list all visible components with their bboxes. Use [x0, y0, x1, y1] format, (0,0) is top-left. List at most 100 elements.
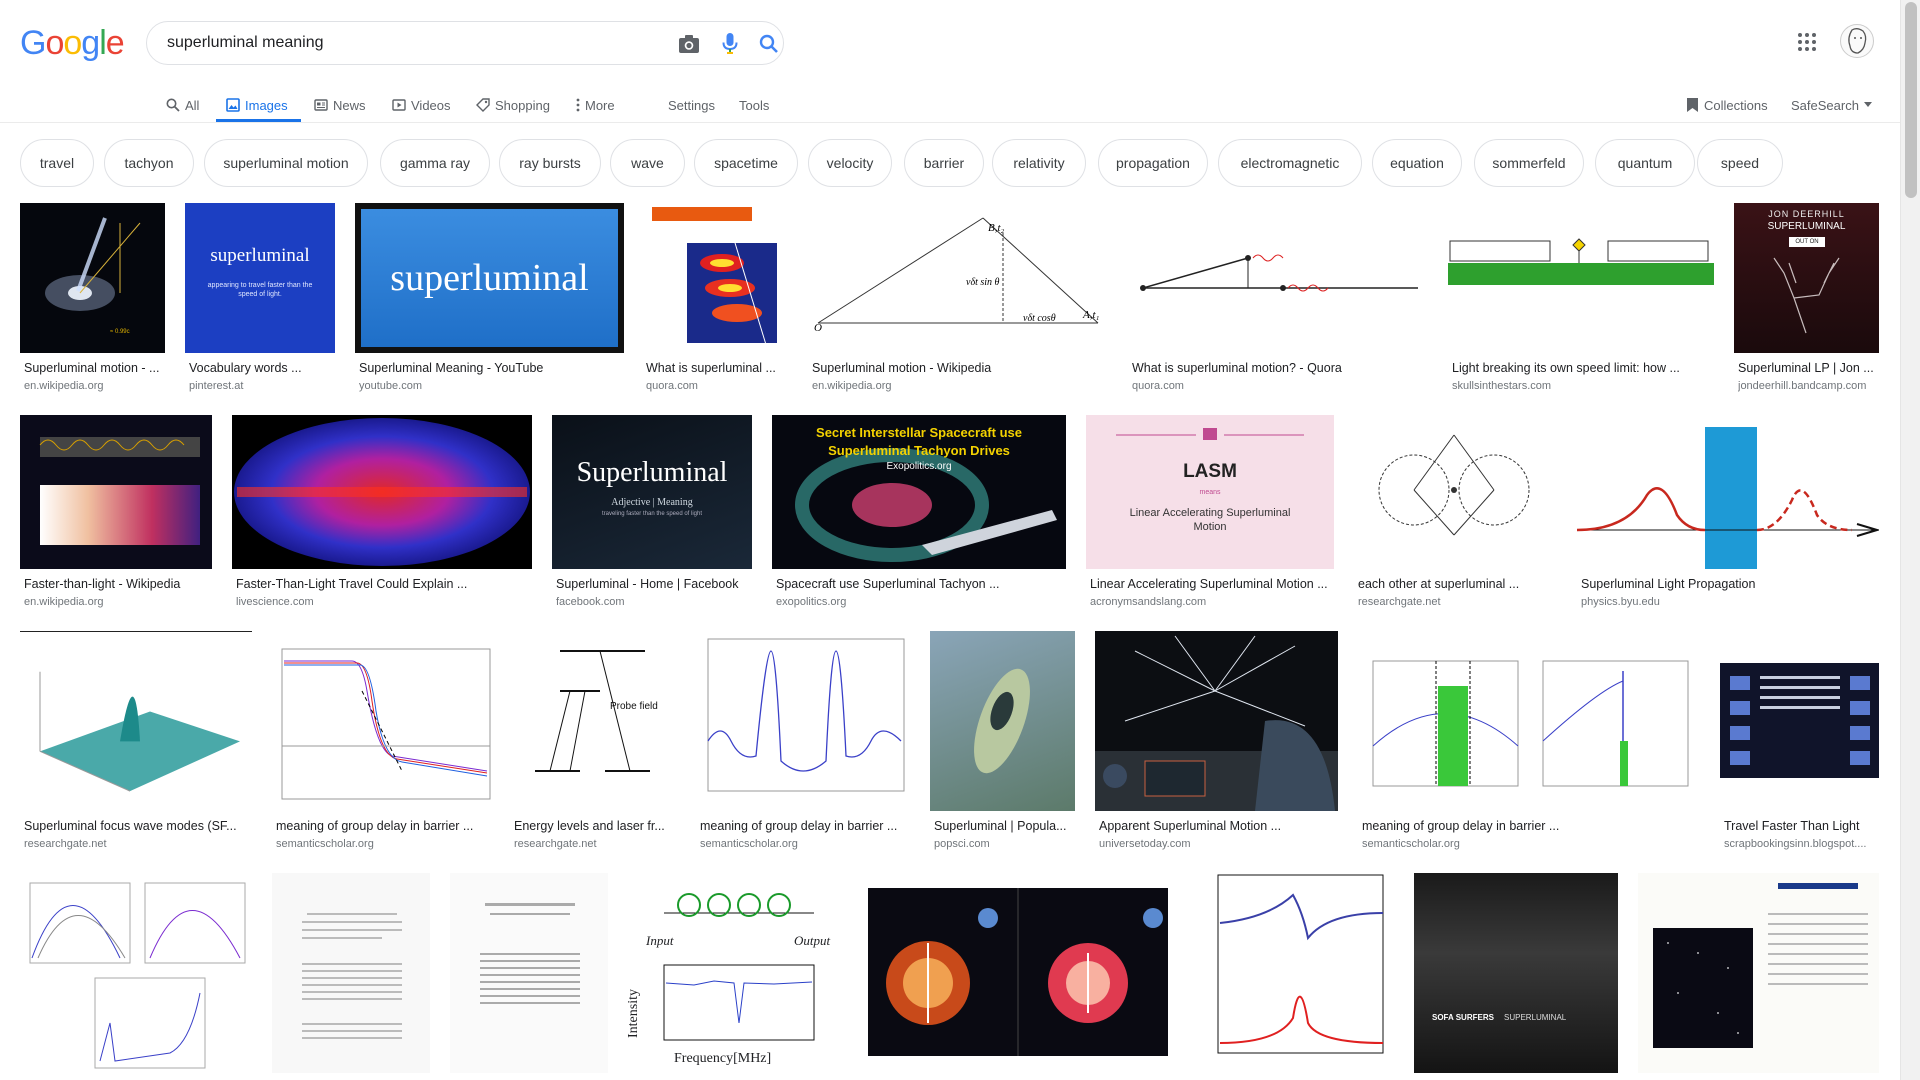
image-result[interactable]	[272, 873, 430, 1073]
svg-text:B,t₂: B,t₂	[988, 222, 1005, 234]
result-title[interactable]: meaning of group delay in barrier ...	[1362, 819, 1700, 833]
page-scrollbar[interactable]	[1900, 0, 1920, 1080]
chip[interactable]: superluminal motion	[204, 139, 368, 187]
result-title[interactable]: Superluminal Light Propagation	[1581, 577, 1879, 591]
scrollbar-thumb[interactable]	[1905, 2, 1917, 198]
chip[interactable]: gamma ray	[380, 139, 490, 187]
image-result[interactable]: LASM means Linear Accelerating Superlumi…	[1086, 415, 1334, 610]
result-title[interactable]: Energy levels and laser fr...	[514, 819, 676, 833]
image-result[interactable]: Input Output Intensity Frequency[MHz]	[624, 873, 848, 1073]
result-title[interactable]: Faster-than-light - Wikipedia	[24, 577, 212, 591]
chip[interactable]: barrier	[904, 139, 984, 187]
google-logo[interactable]: Google	[20, 24, 125, 63]
chip[interactable]: velocity	[808, 139, 892, 187]
image-result[interactable]: Superluminal focus wave modes (SF... res…	[20, 631, 252, 856]
image-result[interactable]	[868, 873, 1168, 1073]
tab-more[interactable]: More	[576, 90, 615, 120]
thumb-word: LASM	[1183, 461, 1237, 482]
result-title[interactable]: What is superluminal ...	[646, 361, 787, 375]
result-title[interactable]: Travel Faster Than Light	[1724, 819, 1879, 833]
result-thumbnail	[930, 631, 1075, 811]
image-result[interactable]: Superluminal | Popula... popsci.com	[930, 631, 1075, 856]
tab-all[interactable]: All	[166, 90, 199, 120]
result-title[interactable]: Vocabulary words ...	[189, 361, 335, 375]
result-title[interactable]: What is superluminal motion? - Quora	[1132, 361, 1428, 375]
image-result[interactable]: Probe field Energy levels and laser fr..…	[510, 631, 676, 856]
result-title[interactable]: Superluminal | Popula...	[934, 819, 1075, 833]
mic-icon[interactable]	[718, 32, 742, 56]
result-domain: exopolitics.org	[776, 596, 847, 608]
result-domain: quora.com	[1132, 380, 1184, 392]
image-result[interactable]: Superluminal Adjective | Meaning traveli…	[552, 415, 752, 610]
chip[interactable]: sommerfeld	[1474, 139, 1584, 187]
image-result[interactable]: SOFA SURFERS SUPERLUMINAL	[1414, 873, 1618, 1073]
image-result[interactable]	[1638, 873, 1879, 1073]
tab-images[interactable]: Images	[226, 90, 288, 120]
image-result[interactable]	[20, 873, 258, 1073]
account-avatar[interactable]	[1840, 24, 1874, 58]
chip[interactable]: wave	[610, 139, 685, 187]
search-icon[interactable]	[757, 32, 781, 56]
image-result[interactable]: Apparent Superluminal Motion ... univers…	[1095, 631, 1338, 856]
result-title[interactable]: Superluminal motion - Wikipedia	[812, 361, 1108, 375]
chip[interactable]: relativity	[992, 139, 1086, 187]
tab-news[interactable]: News	[314, 90, 366, 120]
result-title[interactable]: Superluminal LP | Jon ...	[1738, 361, 1879, 375]
result-title[interactable]: Spacecraft use Superluminal Tachyon ...	[776, 577, 1066, 591]
chip[interactable]: equation	[1372, 139, 1462, 187]
result-title[interactable]: Superluminal motion - ...	[24, 361, 165, 375]
image-result[interactable]: superluminal Superluminal Meaning - YouT…	[355, 203, 624, 393]
tab-shopping[interactable]: Shopping	[476, 90, 550, 120]
image-result[interactable]: Secret Interstellar Spacecraft use Super…	[772, 415, 1066, 610]
image-result[interactable]: ≈ 0.99c Superluminal motion - ... en.wik…	[20, 203, 165, 393]
image-result[interactable]: meaning of group delay in barrier ... se…	[696, 631, 910, 856]
image-result[interactable]: Faster-than-light - Wikipedia en.wikiped…	[20, 415, 212, 610]
chip[interactable]: travel	[20, 139, 94, 187]
image-result[interactable]: Travel Faster Than Light scrapbookingsin…	[1720, 631, 1879, 856]
search-input[interactable]	[167, 31, 647, 55]
settings-link[interactable]: Settings	[668, 90, 715, 120]
image-result[interactable]: What is superluminal ... quora.com	[642, 203, 787, 393]
chip[interactable]: quantum	[1595, 139, 1695, 187]
image-result[interactable]	[1188, 873, 1388, 1073]
safesearch-dropdown[interactable]: SafeSearch	[1791, 90, 1872, 120]
result-title[interactable]: meaning of group delay in barrier ...	[276, 819, 496, 833]
image-result[interactable]: superluminal appearing to travel faster …	[185, 203, 335, 393]
tab-videos[interactable]: Videos	[392, 90, 451, 120]
tools-link[interactable]: Tools	[739, 90, 769, 120]
image-result[interactable]: Superluminal Light Propagation physics.b…	[1577, 415, 1879, 610]
image-result[interactable]	[450, 873, 608, 1073]
chip[interactable]: spacetime	[694, 139, 798, 187]
result-title[interactable]: Light breaking its own speed limit: how …	[1452, 361, 1714, 375]
camera-icon[interactable]	[677, 32, 701, 56]
result-title[interactable]: each other at superluminal ...	[1358, 577, 1557, 591]
thumb-subtext: traveling faster than the speed of light	[601, 511, 703, 517]
result-title[interactable]: Apparent Superluminal Motion ...	[1099, 819, 1338, 833]
result-title[interactable]: meaning of group delay in barrier ...	[700, 819, 910, 833]
image-result[interactable]: B,t₂ A,t₁ Ovδt sin θ vδt cosθ Superluminal …	[808, 203, 1108, 393]
image-result[interactable]: each other at superluminal ... researchg…	[1354, 415, 1557, 610]
result-title[interactable]: Superluminal - Home | Facebook	[556, 577, 752, 591]
image-result[interactable]: What is superluminal motion? - Quora quo…	[1128, 203, 1428, 393]
result-thumbnail	[1577, 415, 1879, 569]
result-title[interactable]: Superluminal Meaning - YouTube	[359, 361, 624, 375]
result-thumbnail	[20, 873, 258, 1073]
result-thumbnail	[1720, 631, 1879, 811]
collections-link[interactable]: Collections	[1686, 90, 1768, 120]
result-title[interactable]: Linear Accelerating Superluminal Motion …	[1090, 577, 1334, 591]
search-box[interactable]	[146, 21, 784, 65]
image-result[interactable]: meaning of group delay in barrier ... se…	[272, 631, 496, 856]
image-result[interactable]: JON DEERHILL SUPERLUMINAL OUT ON Superlu…	[1734, 203, 1879, 393]
apps-grid-icon[interactable]	[1795, 30, 1819, 54]
chip[interactable]: tachyon	[104, 139, 194, 187]
chip[interactable]: electromagnetic	[1218, 139, 1362, 187]
chip[interactable]: speed	[1697, 139, 1783, 187]
result-title[interactable]: Faster-Than-Light Travel Could Explain .…	[236, 577, 532, 591]
chip[interactable]: propagation	[1098, 139, 1208, 187]
image-result[interactable]: Faster-Than-Light Travel Could Explain .…	[232, 415, 532, 610]
chip[interactable]: ray bursts	[499, 139, 601, 187]
image-result[interactable]: meaning of group delay in barrier ... se…	[1358, 631, 1700, 856]
image-result[interactable]: Light breaking its own speed limit: how …	[1448, 203, 1714, 393]
more-vert-icon	[576, 98, 580, 112]
result-title[interactable]: Superluminal focus wave modes (SF...	[24, 819, 252, 833]
